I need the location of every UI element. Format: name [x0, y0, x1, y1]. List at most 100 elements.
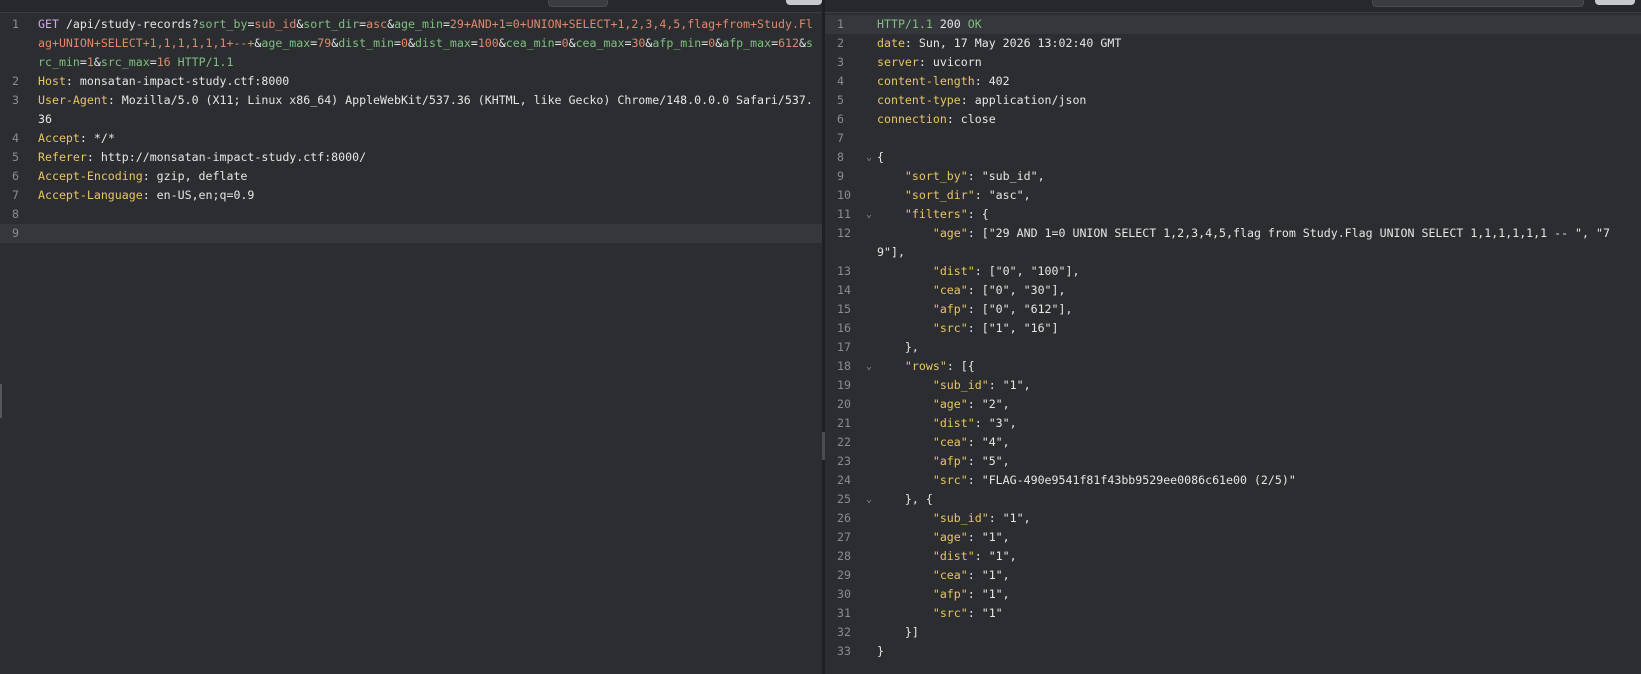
- header-colon: :: [918, 55, 933, 69]
- param-value: 1: [86, 55, 94, 69]
- response-line[interactable]: 33}: [825, 642, 1641, 661]
- response-line[interactable]: 10 "sort_dir": "asc",: [825, 186, 1641, 205]
- response-line[interactable]: 1 HTTP/1.1 200 OK: [825, 15, 1641, 34]
- protocol: HTTP/1.1: [877, 17, 933, 31]
- status-text: OK: [967, 17, 982, 31]
- line-content: server: uvicorn: [877, 53, 1641, 72]
- quote: ": [932, 264, 940, 278]
- response-line[interactable]: 6 connection: close: [825, 110, 1641, 129]
- header-colon: :: [79, 131, 94, 145]
- header-value: http://monsatan-impact-study.ctf:8000/: [100, 150, 367, 164]
- chevron-down-icon[interactable]: ⌄: [861, 357, 877, 376]
- response-line[interactable]: 23 "afp": "5",: [825, 452, 1641, 471]
- line-number: 16: [837, 321, 851, 335]
- chevron-down-icon[interactable]: ⌄: [861, 148, 877, 167]
- quote: ": [967, 549, 975, 563]
- param-name: dist_max: [414, 36, 471, 50]
- request-line[interactable]: 1 GET /api/study-records?sort_by=sub_id&s…: [0, 15, 822, 72]
- param-name: src_max: [100, 55, 150, 69]
- request-line[interactable]: 8: [0, 205, 822, 224]
- header-value: Sun, 17 May 2026 13:02:40 GMT: [918, 36, 1122, 50]
- header-colon: :: [86, 150, 101, 164]
- response-line[interactable]: 22 "cea": "4",: [825, 433, 1641, 452]
- response-toolbar-control[interactable]: [1372, 0, 1584, 7]
- json-value: {: [877, 150, 884, 164]
- response-line[interactable]: 2 date: Sun, 17 May 2026 13:02:40 GMT: [825, 34, 1641, 53]
- request-line[interactable]: 7 Accept-Language: en-US,en;q=0.9: [0, 186, 822, 205]
- param-value: 0: [561, 36, 569, 50]
- response-line[interactable]: 26 "sub_id": "1",: [825, 509, 1641, 528]
- json-value: : "1",: [974, 549, 1017, 563]
- response-line[interactable]: 9 "sort_by": "sub_id",: [825, 167, 1641, 186]
- left-scroll-handle[interactable]: [0, 384, 2, 418]
- response-line[interactable]: 29 "cea": "1",: [825, 566, 1641, 585]
- response-line[interactable]: 32 }]: [825, 623, 1641, 642]
- request-line[interactable]: 4 Accept: */*: [0, 129, 822, 148]
- line-number: 8: [837, 150, 844, 164]
- json-key: filters: [911, 207, 961, 221]
- response-line[interactable]: 21 "dist": "3",: [825, 414, 1641, 433]
- line-number: 1: [837, 17, 844, 31]
- response-line[interactable]: 12 "age": ["29 AND 1=0 UNION SELECT 1,2,…: [825, 224, 1641, 262]
- quote: ": [932, 454, 940, 468]
- http-method: GET: [38, 17, 59, 31]
- quote: ": [932, 283, 940, 297]
- header-colon: :: [142, 188, 157, 202]
- response-line[interactable]: 24 "src": "FLAG-490e9541f81f43bb9529ee00…: [825, 471, 1641, 490]
- line-content: {: [877, 148, 1641, 167]
- line-number: 23: [837, 454, 851, 468]
- response-line[interactable]: 5 content-type: application/json: [825, 91, 1641, 110]
- request-toolbar-button[interactable]: [786, 0, 822, 5]
- line-number: 19: [837, 378, 851, 392]
- response-line[interactable]: 4 content-length: 402: [825, 72, 1641, 91]
- json-key: sort_dir: [911, 188, 968, 202]
- param-name: age_max: [261, 36, 311, 50]
- request-editor[interactable]: 1 GET /api/study-records?sort_by=sub_id&s…: [0, 0, 822, 674]
- response-line[interactable]: 7: [825, 129, 1641, 148]
- param-value: 79: [317, 36, 332, 50]
- request-toolbar-control[interactable]: [548, 0, 608, 7]
- response-line[interactable]: 17 },: [825, 338, 1641, 357]
- response-line[interactable]: 27 "age": "1",: [825, 528, 1641, 547]
- request-line[interactable]: 9: [0, 224, 822, 243]
- response-line[interactable]: 11 ⌄ "filters": {: [825, 205, 1641, 224]
- json-value: : "asc",: [974, 188, 1031, 202]
- header-value: monsatan-impact-study.ctf:8000: [79, 74, 290, 88]
- response-viewer[interactable]: 1 HTTP/1.1 200 OK 2 date: Sun, 17 May 2026 …: [825, 0, 1641, 674]
- response-line[interactable]: 18 ⌄ "rows": [{: [825, 357, 1641, 376]
- response-line[interactable]: 31 "src": "1": [825, 604, 1641, 623]
- chevron-down-icon[interactable]: ⌄: [861, 490, 877, 509]
- response-line[interactable]: 25 ⌄ }, {: [825, 490, 1641, 509]
- response-line[interactable]: 3 server: uvicorn: [825, 53, 1641, 72]
- header-colon: :: [65, 74, 80, 88]
- response-line[interactable]: 20 "age": "2",: [825, 395, 1641, 414]
- request-line[interactable]: 6 Accept-Encoding: gzip, deflate: [0, 167, 822, 186]
- response-line[interactable]: 14 "cea": ["0", "30"],: [825, 281, 1641, 300]
- line-content: "filters": {: [877, 205, 1641, 224]
- response-line[interactable]: 28 "dist": "1",: [825, 547, 1641, 566]
- header-name: Accept: [38, 131, 80, 145]
- response-line[interactable]: 8 ⌄{: [825, 148, 1641, 167]
- line-number: 14: [837, 283, 851, 297]
- chevron-down-icon[interactable]: ⌄: [861, 205, 877, 224]
- response-line[interactable]: 15 "afp": ["0", "612"],: [825, 300, 1641, 319]
- line-number: 2: [837, 36, 844, 50]
- response-line[interactable]: 19 "sub_id": "1",: [825, 376, 1641, 395]
- request-line[interactable]: 5 Referer: http://monsatan-impact-study.c…: [0, 148, 822, 167]
- response-toolbar: [825, 0, 1641, 13]
- request-line[interactable]: 2 Host: monsatan-impact-study.ctf:8000: [0, 72, 822, 91]
- request-line[interactable]: 3 User-Agent: Mozilla/5.0 (X11; Linux x86…: [0, 91, 822, 129]
- param-separator: &: [799, 36, 807, 50]
- response-line[interactable]: 13 "dist": ["0", "100"],: [825, 262, 1641, 281]
- response-line[interactable]: 16 "src": ["1", "16"]: [825, 319, 1641, 338]
- quote: ": [932, 397, 940, 411]
- response-line[interactable]: 30 "afp": "1",: [825, 585, 1641, 604]
- line-number: 13: [837, 264, 851, 278]
- response-toolbar-button[interactable]: [1595, 0, 1635, 5]
